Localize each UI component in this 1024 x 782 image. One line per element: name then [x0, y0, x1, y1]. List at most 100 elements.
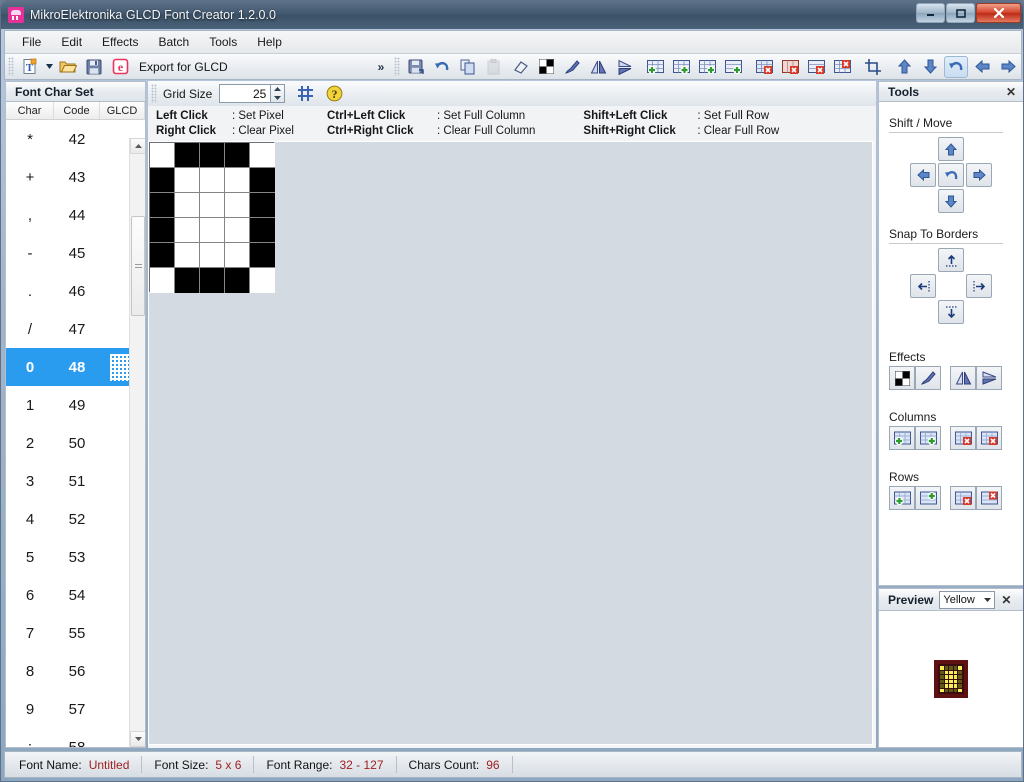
- pixel-cell[interactable]: [150, 143, 175, 168]
- shift-up-icon[interactable]: [892, 56, 916, 78]
- charset-row[interactable]: .46: [6, 272, 145, 310]
- rotate-icon[interactable]: [944, 56, 968, 78]
- charset-row[interactable]: 351: [6, 462, 145, 500]
- snap-right-icon[interactable]: [966, 274, 992, 298]
- eraser-icon[interactable]: [508, 56, 532, 78]
- grid-toggle-icon[interactable]: [293, 83, 317, 105]
- delete-row-bottom-icon[interactable]: [830, 56, 854, 78]
- undo-icon[interactable]: [430, 56, 454, 78]
- pixel-cell[interactable]: [175, 193, 200, 218]
- crop-icon[interactable]: [861, 56, 885, 78]
- brush-icon[interactable]: [915, 366, 941, 390]
- rotate-reset-icon[interactable]: [938, 163, 964, 187]
- menu-help[interactable]: Help: [248, 32, 291, 52]
- toolbar-grip[interactable]: [8, 57, 14, 76]
- shift-left-icon[interactable]: [910, 163, 936, 187]
- invert-icon[interactable]: [889, 366, 915, 390]
- gridbar-grip[interactable]: [151, 84, 157, 103]
- pixel-cell[interactable]: [175, 218, 200, 243]
- minimize-button[interactable]: [916, 3, 945, 23]
- charset-row[interactable]: /47: [6, 310, 145, 348]
- new-font-dropdown-arrow[interactable]: [44, 56, 54, 78]
- export-glcd-label[interactable]: Export for GLCD: [133, 60, 234, 74]
- pixel-cell[interactable]: [150, 168, 175, 193]
- pixel-cell[interactable]: [225, 143, 250, 168]
- add-row-bottom-icon[interactable]: [915, 486, 941, 510]
- pixel-cell[interactable]: [225, 193, 250, 218]
- pixel-cell[interactable]: [225, 268, 250, 293]
- charset-row[interactable]: 654: [6, 576, 145, 614]
- shift-right-icon[interactable]: [966, 163, 992, 187]
- charset-column-code[interactable]: Code: [54, 102, 100, 119]
- pixel-cell[interactable]: [250, 218, 275, 243]
- shift-left-icon[interactable]: [970, 56, 994, 78]
- delete-column-right-icon[interactable]: [976, 426, 1002, 450]
- charset-row[interactable]: ,44: [6, 196, 145, 234]
- invert-icon[interactable]: [534, 56, 558, 78]
- pixel-cell[interactable]: [175, 168, 200, 193]
- snap-left-icon[interactable]: [910, 274, 936, 298]
- pixel-cell[interactable]: [150, 193, 175, 218]
- toolbar-grip-2[interactable]: [394, 57, 400, 76]
- charset-row[interactable]: 755: [6, 614, 145, 652]
- delete-row-top-icon[interactable]: [950, 486, 976, 510]
- pixel-cell[interactable]: [200, 143, 225, 168]
- brush-icon[interactable]: [560, 56, 584, 78]
- pixel-cell[interactable]: [150, 218, 175, 243]
- grid-size-spin-down[interactable]: [271, 94, 284, 103]
- charset-row[interactable]: 452: [6, 500, 145, 538]
- delete-row-top-icon[interactable]: [804, 56, 828, 78]
- charset-row[interactable]: :58: [6, 728, 145, 747]
- shift-right-icon[interactable]: [996, 56, 1020, 78]
- snap-top-icon[interactable]: [938, 248, 964, 272]
- delete-column-right-icon[interactable]: [778, 56, 802, 78]
- pixel-cell[interactable]: [225, 168, 250, 193]
- shift-up-icon[interactable]: [938, 137, 964, 161]
- copy-icon[interactable]: [456, 56, 480, 78]
- charset-scrollbar[interactable]: [129, 138, 145, 747]
- charset-scroll-thumb[interactable]: [131, 216, 145, 316]
- tools-panel-close-icon[interactable]: ✕: [1006, 85, 1016, 99]
- grid-size-input[interactable]: 25: [219, 84, 271, 103]
- pixel-cell[interactable]: [200, 243, 225, 268]
- menu-batch[interactable]: Batch: [150, 32, 199, 52]
- pixel-cell[interactable]: [200, 168, 225, 193]
- insert-column-right-icon[interactable]: [669, 56, 693, 78]
- preview-panel-close-icon[interactable]: ✕: [1001, 593, 1011, 607]
- charset-row[interactable]: 250: [6, 424, 145, 462]
- open-folder-icon[interactable]: [56, 56, 80, 78]
- pixel-cell[interactable]: [150, 268, 175, 293]
- charset-row[interactable]: 048: [6, 348, 145, 386]
- pixel-cell[interactable]: [250, 268, 275, 293]
- snap-bottom-icon[interactable]: [938, 300, 964, 324]
- close-button[interactable]: [976, 3, 1021, 23]
- mirror-vertical-icon[interactable]: [612, 56, 636, 78]
- pixel-cell[interactable]: [175, 143, 200, 168]
- insert-row-bottom-icon[interactable]: [721, 56, 745, 78]
- add-column-left-icon[interactable]: [889, 426, 915, 450]
- pixel-cell[interactable]: [200, 218, 225, 243]
- insert-row-top-icon[interactable]: [695, 56, 719, 78]
- pixel-cell[interactable]: [175, 243, 200, 268]
- mirror-horizontal-icon[interactable]: [586, 56, 610, 78]
- delete-column-left-icon[interactable]: [752, 56, 776, 78]
- preview-color-select[interactable]: Yellow: [939, 591, 995, 609]
- mirror-horizontal-icon[interactable]: [950, 366, 976, 390]
- shift-down-icon[interactable]: [938, 189, 964, 213]
- help-question-icon[interactable]: ?: [322, 83, 346, 105]
- delete-column-left-icon[interactable]: [950, 426, 976, 450]
- charset-row[interactable]: 856: [6, 652, 145, 690]
- menu-file[interactable]: File: [13, 32, 50, 52]
- pixel-cell[interactable]: [250, 243, 275, 268]
- insert-column-left-icon[interactable]: [643, 56, 667, 78]
- pixel-cell[interactable]: [175, 268, 200, 293]
- pixel-cell[interactable]: [225, 243, 250, 268]
- delete-row-bottom-icon[interactable]: [976, 486, 1002, 510]
- export-glcd-icon[interactable]: e: [108, 56, 132, 78]
- pixel-cell[interactable]: [250, 193, 275, 218]
- charset-row[interactable]: *42: [6, 120, 145, 158]
- shift-down-icon[interactable]: [918, 56, 942, 78]
- charset-column-glcd[interactable]: GLCD: [100, 102, 145, 119]
- menu-effects[interactable]: Effects: [93, 32, 147, 52]
- charset-row[interactable]: 149: [6, 386, 145, 424]
